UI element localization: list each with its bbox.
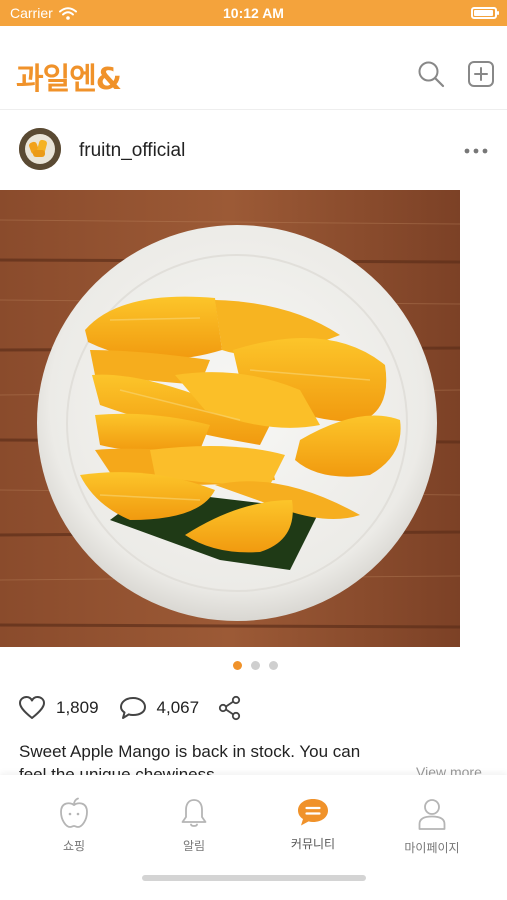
heart-icon <box>19 696 45 719</box>
person-icon <box>418 799 446 830</box>
carousel-dot[interactable] <box>233 661 242 670</box>
mango-plate-photo <box>0 190 460 647</box>
search-icon[interactable] <box>416 59 446 89</box>
tab-mypage[interactable]: 마이페이지 <box>382 797 482 856</box>
tab-label: 쇼핑 <box>62 839 86 853</box>
battery-level <box>474 10 493 16</box>
post-header: fruitn_official <box>0 110 507 190</box>
carousel-dot[interactable] <box>251 661 260 670</box>
avatar-image <box>19 128 61 170</box>
home-indicator[interactable] <box>142 875 366 881</box>
avatar[interactable] <box>19 128 61 170</box>
comment-bubble-icon <box>119 697 146 719</box>
carousel-dot[interactable] <box>269 661 278 670</box>
like-button[interactable]: 1,809 <box>18 695 99 721</box>
wifi-icon <box>58 6 77 20</box>
share-icon <box>218 695 241 721</box>
tab-label: 알림 <box>182 839 206 853</box>
battery-icon <box>471 7 499 19</box>
tab-community[interactable]: 커뮤니티 <box>263 797 363 852</box>
app-logo[interactable]: 과일엔& <box>16 54 122 98</box>
post-image[interactable] <box>0 190 460 647</box>
tab-label: 마이페이지 <box>404 841 460 855</box>
share-button[interactable] <box>217 695 243 721</box>
bell-icon <box>181 799 207 827</box>
post-actions: 1,809 4,067 <box>18 694 243 722</box>
status-left: Carrier <box>10 5 77 21</box>
plus-square-icon[interactable] <box>466 59 496 89</box>
carousel-indicator <box>233 661 278 670</box>
status-bar: Carrier 10:12 AM <box>0 0 507 26</box>
caption-line: Sweet Apple Mango is back in stock. You … <box>19 742 361 761</box>
tab-label: 커뮤니티 <box>290 837 336 851</box>
chat-bubble-icon <box>298 799 328 826</box>
comment-count: 4,067 <box>156 698 200 717</box>
app-header: 과일엔& <box>0 26 507 110</box>
more-options-icon[interactable] <box>462 146 490 156</box>
apple-icon <box>60 797 88 828</box>
tab-shopping[interactable]: 쇼핑 <box>24 797 124 854</box>
like-count: 1,809 <box>56 698 99 717</box>
post-username[interactable]: fruitn_official <box>79 140 185 162</box>
comment-button[interactable]: 4,067 <box>119 695 200 721</box>
carrier-label: Carrier <box>10 5 53 21</box>
tab-notifications[interactable]: 알림 <box>144 797 244 854</box>
bottom-tab-bar: 쇼핑 알림 커뮤니티 마이페이지 <box>0 775 507 900</box>
